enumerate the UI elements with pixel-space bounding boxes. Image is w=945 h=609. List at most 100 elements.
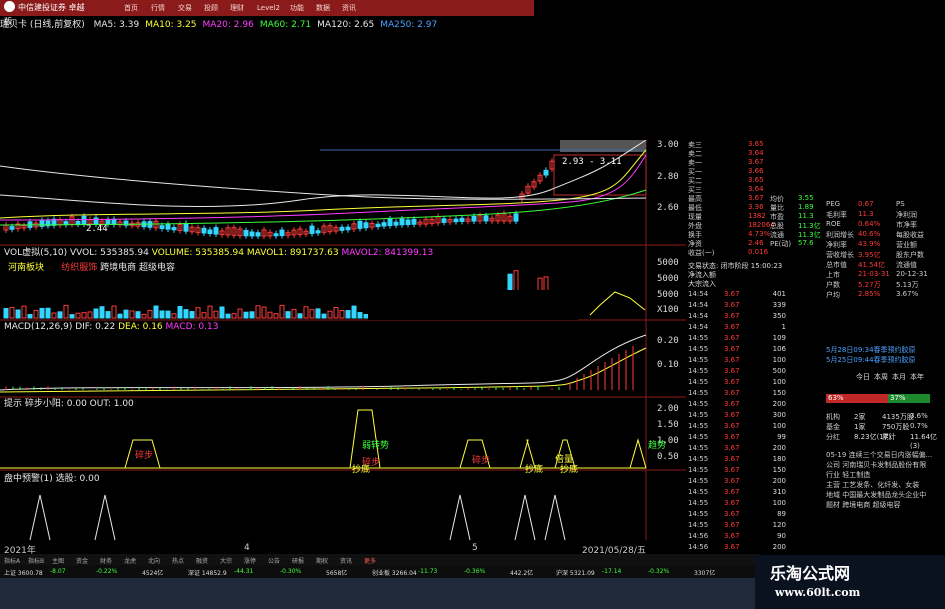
- fin-value: 0.64%: [858, 220, 881, 228]
- alert-spike: [514, 494, 536, 541]
- order-tab: 今日: [856, 373, 870, 381]
- buy-bar: 63%: [826, 394, 888, 403]
- quote-value: 3.64: [748, 185, 764, 193]
- menu-item-data[interactable]: 数据: [316, 0, 330, 16]
- bottom-tab[interactable]: 大宗: [220, 556, 232, 565]
- candle-body: [399, 218, 405, 226]
- macd-label-line: MACD(12,26,9) DIF: 0.22 DEA: 0.16 MACD: …: [4, 321, 218, 333]
- vol-axis-unit: X100: [657, 305, 679, 315]
- tick-time: 14:56: [688, 543, 709, 551]
- volume-bar: [189, 311, 195, 319]
- mavol2-value: MAVOL2: 841399.13: [341, 248, 434, 258]
- tag-crossborder[interactable]: 跨境电商: [100, 263, 136, 273]
- volume-bar: [159, 310, 165, 319]
- menu-item-advisor[interactable]: 投顾: [204, 0, 218, 16]
- vol-label-line: VOL虚拟(5,10) VVOL: 535385.94 VOLUME: 5353…: [4, 247, 433, 259]
- tick-volume: 150: [772, 466, 786, 474]
- volume-value: VOLUME: 535385.94: [151, 248, 244, 258]
- tick-price: 3.67: [724, 444, 740, 452]
- bottom-tab[interactable]: 主图: [52, 556, 64, 565]
- bottom-tab[interactable]: 期权: [316, 556, 328, 565]
- signal-axis-tick: 0.50: [657, 452, 679, 462]
- volume-bar: [177, 305, 183, 319]
- tick-price: 3.67: [724, 543, 740, 551]
- candle-body: [183, 222, 189, 232]
- fin-label: 总市值: [826, 261, 847, 269]
- signal-axis-tick: 1.50: [657, 420, 679, 430]
- bottom-tab[interactable]: 指标A: [4, 556, 20, 565]
- org-cell: 3.6%: [910, 412, 928, 420]
- dea-value: DEA: 0.16: [118, 322, 163, 332]
- fin-right: 每股收益: [896, 231, 924, 239]
- quote-value: 3.64: [748, 149, 764, 157]
- time-axis-month: 4: [244, 543, 250, 553]
- volume-bar: [309, 309, 315, 319]
- bottom-tab[interactable]: 资讯: [340, 556, 352, 565]
- volume-bar: [3, 307, 9, 319]
- fin-label: 净利率: [826, 241, 847, 249]
- volume-bar: [363, 313, 369, 319]
- quote-value-right: 57.6: [798, 239, 814, 247]
- bottom-tab[interactable]: 北向: [148, 556, 160, 565]
- candle-body: [381, 222, 387, 227]
- alert-spike: [29, 494, 51, 541]
- bottom-tab[interactable]: 融资: [196, 556, 208, 565]
- tick-volume: 200: [772, 444, 786, 452]
- tick-volume: 100: [772, 422, 786, 430]
- menu-item-function[interactable]: 功能: [290, 0, 304, 16]
- fin-label: 户数: [826, 281, 840, 289]
- volume-bar: [357, 312, 363, 319]
- menu-item-trade[interactable]: 交易: [178, 0, 192, 16]
- tick-time: 14:55: [688, 422, 709, 430]
- tick-time: 14:55: [688, 367, 709, 375]
- candle-body: [441, 218, 447, 223]
- volume-bar: [183, 309, 189, 319]
- volume-bar: [105, 311, 111, 319]
- macd-title: MACD(12,26,9) DIF: 0.22: [4, 322, 116, 332]
- volume-bar: [243, 311, 249, 319]
- volume-bar: [117, 313, 123, 319]
- time-axis-month: 5: [472, 543, 478, 553]
- company-line: 题材 跨境电商 超级电容: [826, 501, 901, 509]
- candle-body: [243, 229, 249, 237]
- tick-time: 14:55: [688, 477, 709, 485]
- menu-item-level2[interactable]: Level2: [257, 0, 280, 16]
- tick-time: 14:55: [688, 400, 709, 408]
- menu-item-news[interactable]: 资讯: [342, 0, 356, 16]
- bottom-tab[interactable]: 更多: [364, 556, 376, 565]
- bottom-tab[interactable]: 研报: [292, 556, 304, 565]
- bottom-tab[interactable]: 公告: [268, 556, 280, 565]
- tag-henan[interactable]: 河南板块: [8, 263, 44, 273]
- org-cell: 2家: [854, 413, 866, 421]
- bottom-tab[interactable]: 指标B: [28, 556, 44, 565]
- tick-volume: 200: [772, 543, 786, 551]
- tag-capacitor[interactable]: 超级电容: [139, 263, 175, 273]
- candle-body: [75, 220, 81, 225]
- org-cell: 基金: [826, 423, 840, 431]
- alert-title: 盘中预警(1) 选股: 0.00: [4, 474, 100, 484]
- macd-axis-tick: 0.10: [657, 360, 679, 370]
- company-line: 05-19 连续三个交易日内涨幅偏...: [826, 451, 933, 459]
- tick-time: 14:55: [688, 433, 709, 441]
- bottom-tab[interactable]: 涨停: [244, 556, 256, 565]
- tick-volume: 150: [772, 389, 786, 397]
- price-range-label: 2.93 - 3.11: [562, 157, 622, 167]
- tag-textile[interactable]: 纺织服饰: [61, 263, 97, 273]
- tick-price: 3.67: [724, 477, 740, 485]
- menu-item-market[interactable]: 行情: [151, 0, 165, 16]
- fin-value: 41.54亿: [858, 261, 886, 269]
- fin-right: 市净率: [896, 221, 917, 229]
- menu-item-finance[interactable]: 理财: [230, 0, 244, 16]
- status-item: 创业板 3266.04: [372, 570, 417, 577]
- bottom-tab[interactable]: 热点: [172, 556, 184, 565]
- volume-bar: [237, 308, 243, 319]
- menu-item-home[interactable]: 首页: [124, 0, 138, 16]
- bottom-tab[interactable]: 财务: [100, 556, 112, 565]
- candle-body: [405, 219, 411, 225]
- candle-body: [273, 233, 279, 237]
- bottom-tab[interactable]: 龙虎: [124, 556, 136, 565]
- volume-bar: [327, 310, 333, 319]
- bottom-tab[interactable]: 资金: [76, 556, 88, 565]
- candle-body: [357, 220, 363, 229]
- volume-bar: [171, 313, 177, 319]
